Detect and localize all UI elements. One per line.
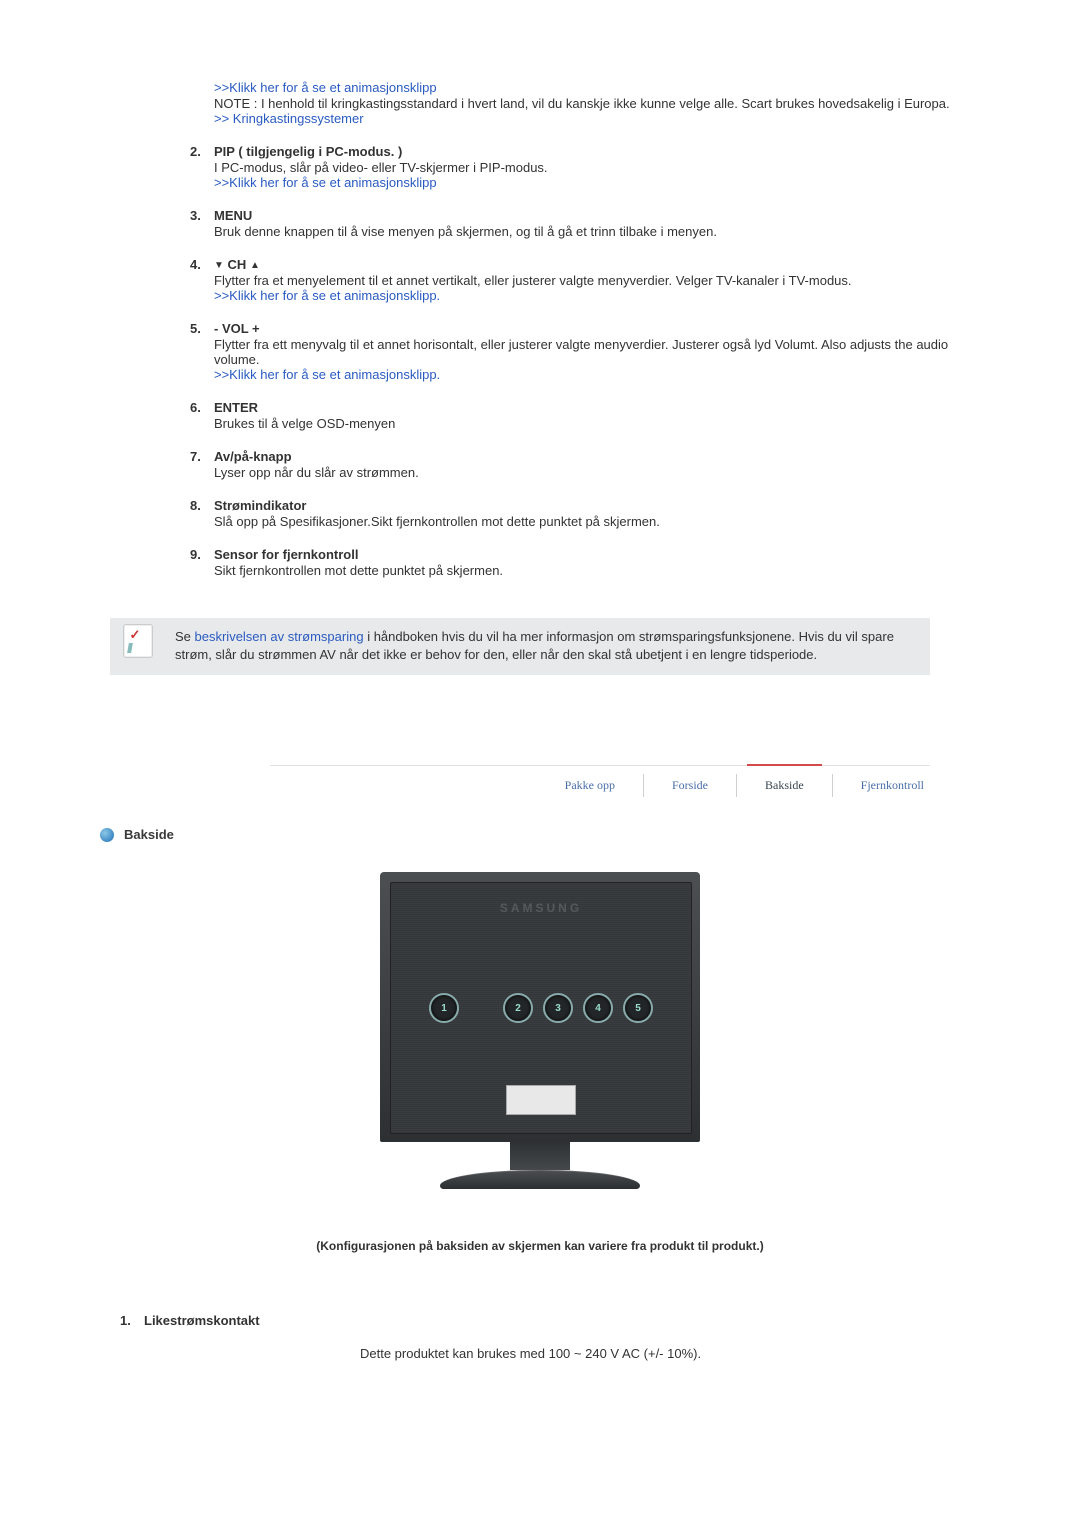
item-desc: Flytter fra ett menyvalg til et annet ho… <box>214 337 990 367</box>
front-buttons-list: >>Klikk her for å se et animasjonsklipp … <box>190 80 990 578</box>
tab-bar: Pakke opp Forside Bakside Fjernkontroll <box>270 774 930 797</box>
spec-sticker <box>506 1085 576 1115</box>
animation-link[interactable]: >>Klikk her for å se et animasjonsklipp <box>214 175 437 190</box>
item-desc: Lyser opp når du slår av strømmen. <box>214 465 990 480</box>
port-4: 4 <box>583 993 613 1023</box>
powersave-link[interactable]: beskrivelsen av strømsparing <box>195 629 364 644</box>
port-5: 5 <box>623 993 653 1023</box>
animation-link[interactable]: >>Klikk her for å se et animasjonsklipp <box>214 80 437 95</box>
item-desc: Slå opp på Spesifikasjoner.Sikt fjernkon… <box>214 514 990 529</box>
item-desc: Dette produktet kan brukes med 100 ~ 240… <box>360 1346 990 1361</box>
item-desc: Flytter fra et menyelement til et annet … <box>214 273 990 288</box>
broadcast-link[interactable]: >> Kringkastingssystemer <box>214 111 364 126</box>
item-desc: Bruk denne knappen til å vise menyen på … <box>214 224 990 239</box>
back-connectors-list: 1. Likestrømskontakt Dette produktet kan… <box>120 1313 990 1361</box>
item-desc: I PC-modus, slår på video- eller TV-skje… <box>214 160 990 175</box>
down-arrow-icon: ▼ <box>214 260 224 271</box>
animation-link[interactable]: >>Klikk her for å se et animasjonsklipp. <box>214 367 440 382</box>
list-item: >>Klikk her for å se et animasjonsklipp … <box>190 80 990 126</box>
item-title: PIP ( tilgjengelig i PC-modus. ) <box>214 144 402 159</box>
item-title: Av/på-knapp <box>214 449 292 464</box>
bullet-icon <box>100 828 114 842</box>
list-item: 4. ▼ CH ▲ Flytter fra et menyelement til… <box>190 257 990 303</box>
item-title: CH <box>228 257 247 272</box>
item-desc: Brukes til å velge OSD-menyen <box>214 416 990 431</box>
image-caption: (Konfigurasjonen på baksiden av skjermen… <box>90 1239 990 1253</box>
tab-fjernkontroll[interactable]: Fjernkontroll <box>833 774 930 797</box>
item-title: Strømindikator <box>214 498 306 513</box>
info-note: Se beskrivelsen av strømsparing i håndbo… <box>110 618 930 675</box>
monitor-back-image: SAMSUNG 1 2 3 4 5 <box>90 872 990 1189</box>
section-title: Bakside <box>124 827 174 842</box>
tab-bakside[interactable]: Bakside <box>737 774 833 797</box>
tab-forside[interactable]: Forside <box>644 774 737 797</box>
item-title: MENU <box>214 208 252 223</box>
list-item: 8. Strømindikator Slå opp på Spesifikasj… <box>190 498 990 529</box>
port-1: 1 <box>429 993 459 1023</box>
up-arrow-icon: ▲ <box>250 260 260 271</box>
list-item: 9. Sensor for fjernkontroll Sikt fjernko… <box>190 547 990 578</box>
item-title: - VOL + <box>214 321 260 336</box>
port-2: 2 <box>503 993 533 1023</box>
monitor-brand-label: SAMSUNG <box>391 901 691 915</box>
item-desc: NOTE : I henhold til kringkastingsstanda… <box>214 96 990 111</box>
item-title: Sensor for fjernkontroll <box>214 547 358 562</box>
animation-link[interactable]: >>Klikk her for å se et animasjonsklipp. <box>214 288 440 303</box>
tab-pakke-opp[interactable]: Pakke opp <box>537 774 644 797</box>
port-3: 3 <box>543 993 573 1023</box>
item-number: 1. <box>120 1313 140 1328</box>
item-desc: Sikt fjernkontrollen mot dette punktet p… <box>214 563 990 578</box>
item-title: ENTER <box>214 400 258 415</box>
item-title: Likestrømskontakt <box>144 1313 260 1328</box>
checkmark-note-icon <box>123 624 153 658</box>
list-item: 5. - VOL + Flytter fra ett menyvalg til … <box>190 321 990 382</box>
list-item: 6. ENTER Brukes til å velge OSD-menyen <box>190 400 990 431</box>
list-item: 3. MENU Bruk denne knappen til å vise me… <box>190 208 990 239</box>
list-item: 7. Av/på-knapp Lyser opp når du slår av … <box>190 449 990 480</box>
list-item: 2. PIP ( tilgjengelig i PC-modus. ) I PC… <box>190 144 990 190</box>
note-pre-text: Se <box>175 629 195 644</box>
